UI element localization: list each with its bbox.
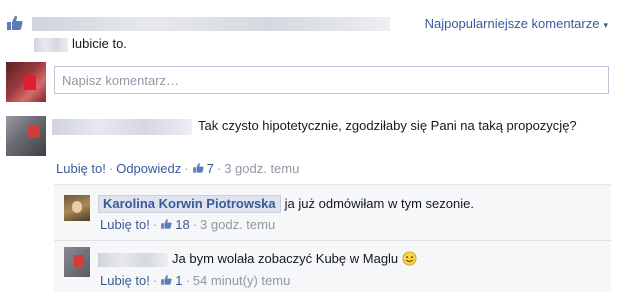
liker-names-redacted — [32, 17, 390, 31]
separator: · — [152, 217, 158, 232]
liker-count-redacted — [34, 37, 68, 52]
reply: Karolina Korwin Piotrowska ja już odmówił… — [54, 185, 611, 239]
reply-text: ja już odmówiłam w tym sezonie. — [284, 196, 474, 211]
like-button[interactable]: Lubię to! — [100, 217, 150, 232]
timestamp[interactable]: 3 godz. temu — [200, 217, 275, 232]
reply-actions: Lubię to! · 18 · 3 godz. temu — [100, 217, 275, 232]
comment-text: Tak czysto hipotetycznie, zgodziłaby się… — [198, 118, 577, 133]
separator: · — [216, 161, 222, 176]
separator: · — [192, 217, 198, 232]
comment-actions: Lubię to! · Odpowiedz · 7 · 3 godz. temu — [56, 161, 299, 176]
replies-section: Karolina Korwin Piotrowska ja już odmówił… — [54, 184, 611, 292]
like-count-link[interactable]: 7 — [192, 161, 214, 176]
reply-actions: Lubię to! · 1 · 54 minut(y) temu — [100, 273, 290, 288]
timestamp[interactable]: 3 godz. temu — [224, 161, 299, 176]
reply-body: Karolina Korwin Piotrowska ja już odmówił… — [98, 195, 474, 213]
like-summary-row: Najpopularniejsze komentarze ▾ — [6, 14, 612, 36]
avatar[interactable] — [64, 195, 90, 221]
like-count: 1 — [175, 273, 183, 288]
separator: · — [152, 273, 158, 288]
comment-body: Tak czysto hipotetycznie, zgodziłaby się… — [52, 116, 612, 135]
reply-text: Ja bym wolała zobaczyć Kubę w Maglu — [172, 251, 399, 266]
likes-text-row: lubicie to. — [34, 36, 127, 54]
reply-body: Ja bym wolała zobaczyć Kubę w Maglu — [98, 251, 417, 267]
avatar[interactable] — [6, 62, 46, 102]
like-count-link[interactable]: 1 — [160, 273, 182, 288]
reply: Ja bym wolała zobaczyć Kubę w Maglu Lubi… — [54, 240, 611, 292]
reply-button[interactable]: Odpowiedz — [116, 161, 181, 176]
thumbs-up-icon — [7, 15, 23, 30]
like-button[interactable]: Lubię to! — [56, 161, 106, 176]
thumbs-up-icon — [161, 219, 172, 229]
author-name-redacted[interactable] — [98, 252, 168, 267]
comment: Tak czysto hipotetycznie, zgodziłaby się… — [0, 116, 620, 182]
separator: · — [185, 273, 190, 288]
thumbs-up-icon — [192, 163, 204, 173]
sort-label: Najpopularniejsze komentarze — [424, 16, 600, 31]
caret-down-icon: ▾ — [603, 20, 608, 30]
separator: · — [108, 161, 114, 176]
avatar[interactable] — [64, 247, 90, 277]
separator: · — [184, 161, 189, 176]
thumbs-up-icon — [161, 275, 172, 285]
comment-composer — [0, 62, 620, 106]
sort-comments-dropdown[interactable]: Najpopularniejsze komentarze ▾ — [425, 16, 608, 31]
comment-input[interactable] — [54, 66, 609, 94]
like-button[interactable]: Lubię to! — [100, 273, 150, 288]
smiley-icon — [402, 251, 417, 266]
author-name-redacted[interactable] — [52, 118, 192, 135]
like-count-link[interactable]: 18 — [160, 217, 190, 232]
author-name-link[interactable]: Karolina Korwin Piotrowska — [98, 195, 281, 213]
like-count: 18 — [175, 217, 190, 232]
like-count: 7 — [206, 161, 214, 176]
likes-suffix: lubicie to. — [72, 36, 127, 51]
avatar[interactable] — [6, 116, 46, 156]
timestamp[interactable]: 54 minut(y) temu — [193, 273, 291, 288]
